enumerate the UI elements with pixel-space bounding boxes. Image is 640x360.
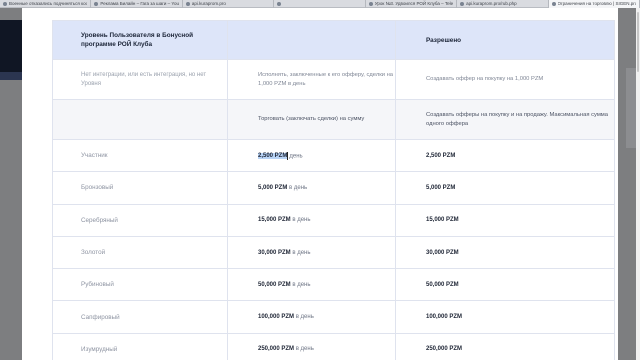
favicon-icon [185, 2, 190, 6]
no-integration-label: Нет интеграции, или есть интеграция, но … [52, 59, 228, 100]
level-allowed: 100,000 PZM [395, 300, 615, 334]
description-empty [52, 99, 228, 140]
tab-title: api.kuraprom.pro/rub.php [466, 1, 517, 6]
no-integration-allowed: Создавать оффер на покупку на 1,000 PZM [395, 59, 615, 100]
tab-title: api.kuraprom.pro [191, 1, 226, 6]
level-allowed: 50,000 PZM [395, 268, 615, 302]
level-allowed: 2,500 PZM [395, 138, 615, 173]
level-allowed: 250,000 PZM [395, 332, 615, 360]
table-row: Участник 2,500 PZM день 2,500 PZM [52, 138, 615, 173]
level-name: Участник [52, 138, 228, 173]
browser-tab[interactable]: api.kuraprom.pro [183, 0, 275, 8]
browser-tab-strip: Военные отказались подчиняться коору... … [0, 0, 640, 8]
tab-title: Урок №3. Удвоился РОЙ Клуба – Teleg... [374, 1, 454, 6]
level-name: Бронзовый [52, 171, 228, 205]
page-scrollbar[interactable] [636, 8, 640, 360]
tab-title: Ограничения на торговлю | SIGEN.pro [557, 1, 636, 6]
level-name: Золотой [52, 235, 228, 270]
trade-suffix: в день [289, 184, 308, 191]
trade-amount: 5,000 PZM [258, 184, 288, 191]
table-header-row: Уровень Пользователя в Бонусной программ… [52, 20, 615, 60]
description-allowed: Создавать офферы на покупку и на продажу… [395, 99, 615, 140]
browser-tab[interactable]: api.kuraprom.pro/rub.php [457, 0, 549, 8]
trade-suffix: в день [295, 346, 314, 353]
trade-suffix: в день [295, 314, 314, 321]
level-allowed: 5,000 PZM [395, 171, 615, 205]
header-middle [227, 20, 396, 60]
level-trade-limit: 50,000 PZM в день [227, 268, 396, 302]
trade-amount: 50,000 PZM [258, 281, 291, 288]
table-row: Серебряный 15,000 PZM в день 15,000 PZM [52, 203, 615, 237]
trade-suffix: в день [292, 217, 311, 224]
level-allowed: 15,000 PZM [395, 203, 615, 237]
trade-suffix: день [289, 153, 303, 160]
level-name: Сапфировый [52, 300, 228, 334]
background-page-left [0, 8, 22, 360]
level-trade-limit: 5,000 PZM в день [227, 171, 396, 205]
trading-limits-sheet: Уровень Пользователя в Бонусной программ… [22, 8, 618, 360]
level-trade-limit: 100,000 PZM в день [227, 300, 396, 334]
scrollbar-thumb[interactable] [637, 12, 639, 72]
trade-amount: 100,000 PZM [258, 314, 295, 321]
favicon-icon [460, 2, 465, 6]
trade-amount: 30,000 PZM [258, 249, 291, 256]
level-trade-limit: 250,000 PZM в день [227, 332, 396, 360]
allowed-amount: 15,000 PZM [426, 217, 459, 224]
trade-amount-selected[interactable]: 2,500 PZM [258, 153, 288, 160]
level-trade-limit: 2,500 PZM день [227, 138, 396, 173]
trading-limits-table: Уровень Пользователя в Бонусной программ… [52, 20, 615, 360]
table-row: Бронзовый 5,000 PZM в день 5,000 PZM [52, 171, 615, 205]
header-level: Уровень Пользователя в Бонусной программ… [52, 20, 228, 60]
favicon-icon [368, 2, 373, 6]
trade-amount: 15,000 PZM [258, 217, 291, 224]
allowed-amount: 100,000 PZM [426, 314, 463, 321]
level-name: Серебряный [52, 203, 228, 237]
header-allowed: Разрешено [395, 20, 615, 60]
table-row: Рубиновый 50,000 PZM в день 50,000 PZM [52, 268, 615, 302]
level-allowed: 30,000 PZM [395, 235, 615, 270]
level-trade-limit: 15,000 PZM в день [227, 203, 396, 237]
favicon-icon [94, 2, 99, 6]
no-integration-trade: Исполнять, заключенные к его офферу, сде… [227, 59, 396, 100]
background-nav-stripe [0, 72, 22, 80]
favicon-icon [551, 2, 556, 6]
no-integration-row: Нет интеграции, или есть интеграция, но … [52, 59, 615, 100]
table-row: Золотой 30,000 PZM в день 30,000 PZM [52, 235, 615, 270]
tab-title: Реклама Билайн – Гага за шаги – YouTube [100, 1, 179, 6]
tab-title: Военные отказались подчиняться коору... [9, 1, 88, 6]
browser-tab[interactable]: Реклама Билайн – Гага за шаги – YouTube [91, 0, 183, 8]
description-row: Торговать (заключать сделки) на сумму Со… [52, 99, 615, 140]
favicon-icon [3, 2, 7, 6]
browser-tab[interactable]: Военные отказались подчиняться коору... [0, 0, 92, 8]
level-trade-limit: 30,000 PZM в день [227, 235, 396, 270]
browser-tab[interactable] [274, 0, 366, 8]
description-trade: Торговать (заключать сделки) на сумму [227, 99, 396, 140]
allowed-amount: 50,000 PZM [426, 281, 459, 288]
browser-tab-active[interactable]: Ограничения на торговлю | SIGEN.pro [548, 0, 640, 8]
level-name: Изумрудный [52, 332, 228, 360]
table-row: Изумрудный 250,000 PZM в день 250,000 PZ… [52, 332, 615, 360]
allowed-amount: 30,000 PZM [426, 249, 459, 256]
trade-suffix: в день [292, 281, 311, 288]
trade-suffix: в день [292, 249, 311, 256]
browser-tab[interactable]: Урок №3. Удвоился РОЙ Клуба – Teleg... [366, 0, 458, 8]
allowed-amount: 2,500 PZM [426, 152, 456, 159]
trade-amount: 250,000 PZM [258, 346, 295, 353]
table-row: Сапфировый 100,000 PZM в день 100,000 PZ… [52, 300, 615, 334]
level-name: Рубиновый [52, 268, 228, 302]
background-header-block [0, 20, 22, 72]
allowed-amount: 5,000 PZM [426, 184, 456, 191]
favicon-icon [277, 2, 282, 6]
allowed-amount: 250,000 PZM [426, 346, 463, 353]
